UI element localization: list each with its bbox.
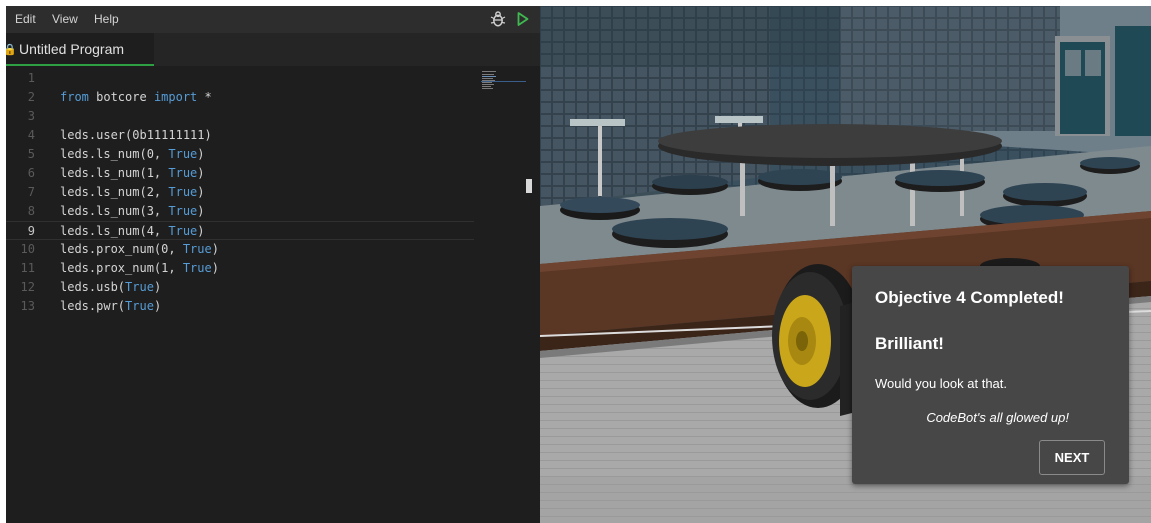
line-number: 5 xyxy=(27,147,35,161)
play-icon[interactable] xyxy=(517,10,529,33)
code-text: leds.usb(True) xyxy=(60,280,162,294)
line-number: 4 xyxy=(27,128,35,142)
bug-icon[interactable] xyxy=(490,10,506,33)
code-text: from botcore import * xyxy=(60,90,212,104)
line-number: 13 xyxy=(20,299,35,313)
objective-complete-dialog: Objective 4 Completed! Brilliant! Would … xyxy=(852,266,1129,484)
code-line[interactable]: 6 leds.ls_num(1, True) xyxy=(6,164,474,183)
dialog-subtitle: Brilliant! xyxy=(875,334,944,353)
code-line[interactable]: 2 from botcore import * xyxy=(6,88,474,107)
line-number: 8 xyxy=(27,204,35,218)
lock-icon: 🔒 xyxy=(6,44,17,56)
line-number: 3 xyxy=(27,109,35,123)
dialog-title: Objective 4 Completed! xyxy=(875,288,1064,307)
code-text: leds.ls_num(4, True) xyxy=(60,224,205,238)
code-line[interactable]: 13 leds.pwr(True) xyxy=(6,297,474,316)
code-line[interactable]: 3 xyxy=(6,107,474,126)
line-number: 9 xyxy=(27,224,35,238)
code-text: leds.prox_num(0, True) xyxy=(60,242,219,256)
code-editor-pane[interactable]: Edit View Help 🔒 Untitled Program 12 fro… xyxy=(6,6,540,523)
code-line[interactable]: 8 leds.ls_num(3, True) xyxy=(6,202,474,221)
menu-view[interactable]: View xyxy=(52,12,78,26)
scrollbar-thumb[interactable] xyxy=(526,179,532,193)
line-number: 2 xyxy=(27,90,35,104)
code-line[interactable]: 10 leds.prox_num(0, True) xyxy=(6,240,474,259)
tab-label: Untitled Program xyxy=(19,41,125,57)
menu-help[interactable]: Help xyxy=(94,12,119,26)
code-text: leds.ls_num(0, True) xyxy=(60,147,205,161)
line-number: 10 xyxy=(20,242,35,256)
line-number: 1 xyxy=(27,71,35,85)
minimap-viewport-marker xyxy=(481,81,526,82)
dialog-message: Would you look at that. xyxy=(875,376,1008,391)
line-number: 6 xyxy=(27,166,35,180)
code-text: leds.pwr(True) xyxy=(60,299,162,313)
code-line[interactable]: 11 leds.prox_num(1, True) xyxy=(6,259,474,278)
code-line[interactable]: 12 leds.usb(True) xyxy=(6,278,474,297)
line-number: 7 xyxy=(27,185,35,199)
code-line[interactable]: 4 leds.user(0b11111111) xyxy=(6,126,474,145)
code-text: leds.user(0b11111111) xyxy=(60,128,212,142)
next-button[interactable]: NEXT xyxy=(1039,440,1105,475)
code-line[interactable]: 9 leds.ls_num(4, True) xyxy=(6,221,474,240)
dialog-quote: CodeBot's all glowed up! xyxy=(926,410,1069,425)
code-line[interactable]: 7 leds.ls_num(2, True) xyxy=(6,183,474,202)
menu-edit[interactable]: Edit xyxy=(15,12,36,26)
code-text: leds.ls_num(3, True) xyxy=(60,204,205,218)
menu-bar: Edit View Help xyxy=(6,6,540,33)
line-number: 11 xyxy=(20,261,35,275)
line-number: 12 xyxy=(20,280,35,294)
code-text: leds.prox_num(1, True) xyxy=(60,261,219,275)
code-line[interactable]: 1 xyxy=(6,69,474,88)
tab-untitled-program[interactable]: 🔒 Untitled Program xyxy=(6,33,154,66)
code-text: leds.ls_num(2, True) xyxy=(60,185,205,199)
code-text: leds.ls_num(1, True) xyxy=(60,166,205,180)
tab-bar: 🔒 Untitled Program xyxy=(6,33,540,66)
code-line[interactable]: 5 leds.ls_num(0, True) xyxy=(6,145,474,164)
